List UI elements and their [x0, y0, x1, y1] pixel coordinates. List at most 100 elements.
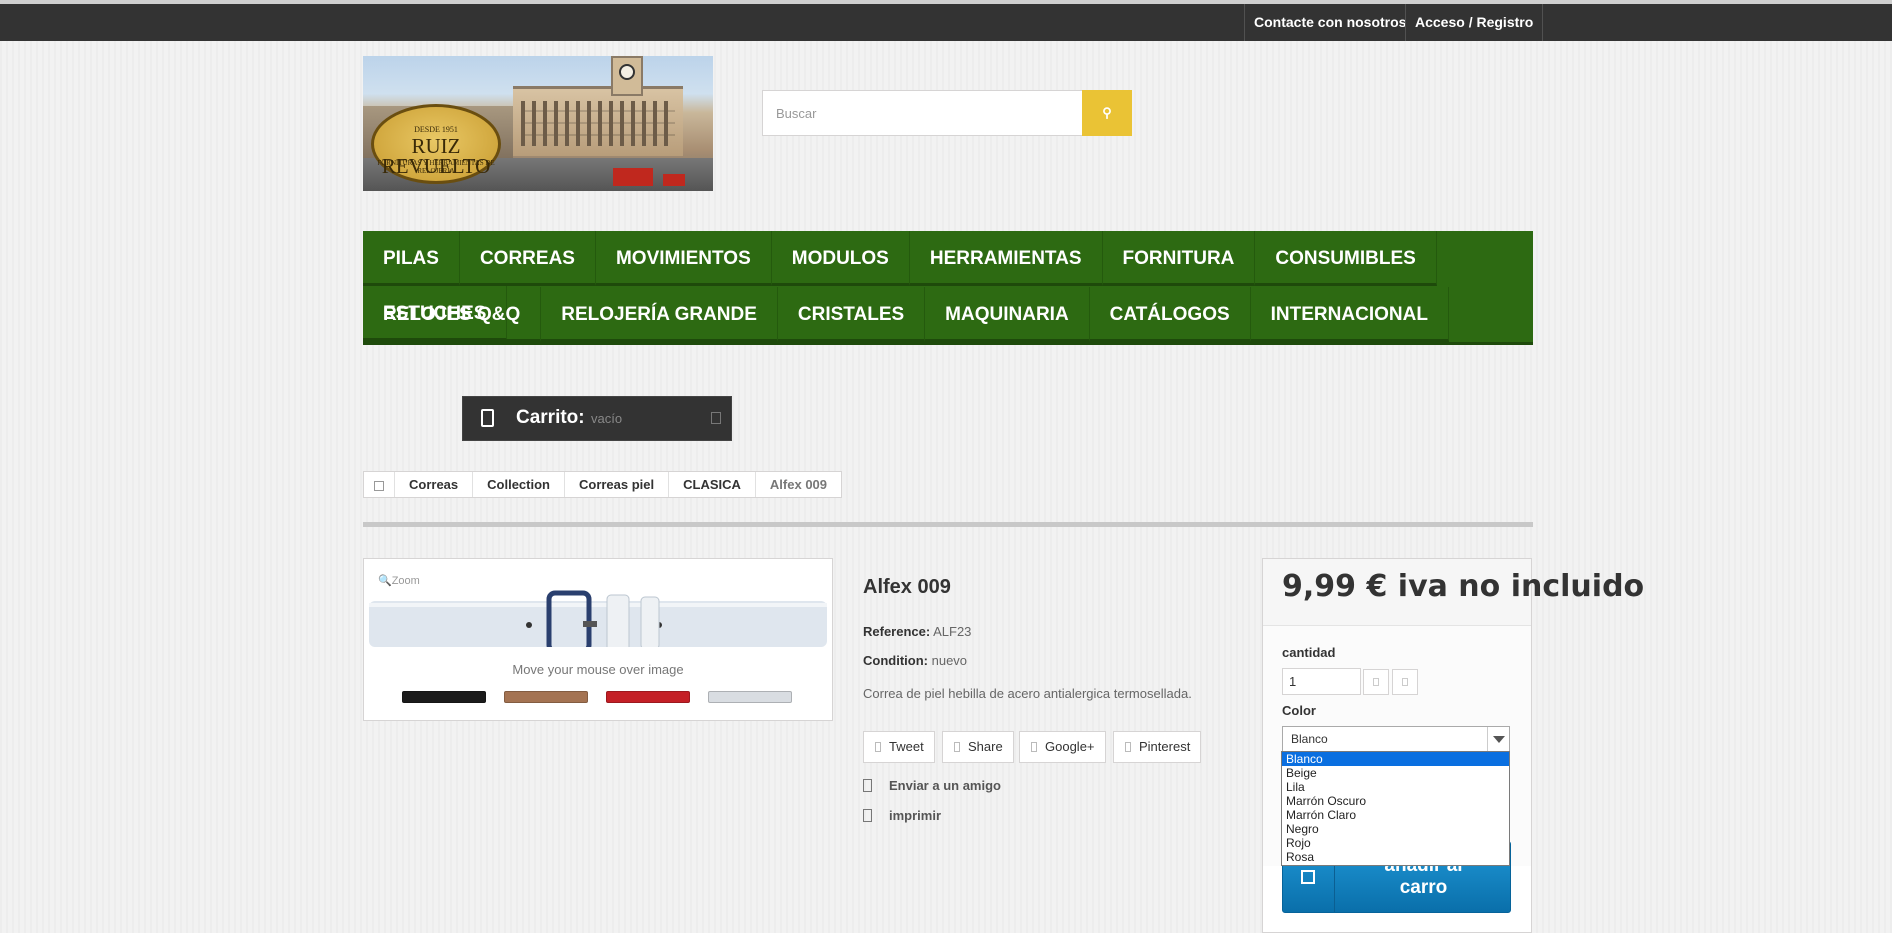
- print-icon: [863, 809, 872, 822]
- menu-item-herramientas[interactable]: HERRAMIENTAS: [909, 231, 1103, 286]
- login-link[interactable]: Acceso / Registro: [1405, 4, 1544, 41]
- color-option[interactable]: Blanco: [1282, 752, 1509, 766]
- logo-tagline: FORNITURAS Y HERRAMIENTAS DE RELOJERÍA: [377, 159, 495, 175]
- contact-link[interactable]: Contacte con nosotros: [1244, 4, 1415, 41]
- color-option[interactable]: Beige: [1282, 766, 1509, 780]
- color-option[interactable]: Marrón Claro: [1282, 808, 1509, 822]
- quantity-label: cantidad: [1282, 645, 1336, 660]
- send-to-friend-label: Enviar a un amigo: [889, 778, 1001, 793]
- color-option[interactable]: Marrón Oscuro: [1282, 794, 1509, 808]
- color-select[interactable]: Blanco: [1282, 726, 1510, 752]
- color-option[interactable]: Rojo: [1282, 836, 1509, 850]
- search-button[interactable]: ⚲: [1082, 90, 1132, 136]
- menu-item-catalogos[interactable]: CATÁLOGOS: [1089, 287, 1251, 342]
- menu-item-correas[interactable]: CORREAS: [459, 231, 596, 286]
- facebook-icon: [954, 742, 960, 752]
- tweet-button[interactable]: Tweet: [863, 731, 935, 763]
- menu-item-consumibles[interactable]: CONSUMIBLES: [1255, 231, 1437, 286]
- zoom-label: 🔍Zoom: [378, 575, 420, 587]
- product-image[interactable]: [369, 579, 827, 647]
- menu-row-1: PILAS CORREAS MOVIMIENTOS MODULOS HERRAM…: [363, 231, 1533, 341]
- menu-row-2: RELOJES Q&Q RELOJERÍA GRANDE CRISTALES M…: [363, 287, 1449, 342]
- product-thumbnail[interactable]: [504, 691, 588, 703]
- cart-icon: [1301, 870, 1315, 884]
- condition-value: nuevo: [931, 653, 968, 668]
- product-price: 9,99 € iva no incluido: [1282, 569, 1645, 604]
- color-selected-value: Blanco: [1291, 732, 1328, 746]
- logo-since: DESDE 1951: [414, 125, 458, 134]
- product-thumbnail[interactable]: [708, 691, 792, 703]
- pinterest-button[interactable]: Pinterest: [1113, 731, 1202, 763]
- breadcrumb: Correas Collection Correas piel CLASICA …: [363, 471, 843, 498]
- breadcrumb-item[interactable]: Correas: [395, 472, 474, 497]
- color-option[interactable]: Lila: [1282, 780, 1509, 794]
- menu-item-pilas[interactable]: PILAS: [363, 231, 460, 286]
- google-plus-label: Google+: [1045, 739, 1095, 754]
- main-menu: PILAS CORREAS MOVIMIENTOS MODULOS HERRAM…: [363, 231, 1533, 345]
- menu-item-modulos[interactable]: MODULOS: [771, 231, 910, 286]
- cart-label: Carrito:: [516, 407, 585, 428]
- minus-icon: [1373, 678, 1379, 686]
- home-icon: [374, 480, 384, 491]
- menu-item-maquinaria[interactable]: MAQUINARIA: [925, 287, 1090, 342]
- zoom-text: Zoom: [391, 575, 420, 587]
- share-label: Share: [968, 739, 1003, 754]
- buy-box: 9,99 € iva no incluido cantidad 1 Color …: [1262, 558, 1644, 933]
- color-option[interactable]: Negro: [1282, 822, 1509, 836]
- search-icon: ⚲: [1102, 105, 1112, 120]
- print-label: imprimir: [889, 808, 942, 823]
- logo-photo-clock: [619, 64, 635, 80]
- chevron-down-icon[interactable]: [1487, 727, 1509, 751]
- tweet-label: Tweet: [889, 739, 924, 754]
- breadcrumb-item[interactable]: Collection: [473, 472, 565, 497]
- print-link[interactable]: imprimir: [863, 808, 941, 823]
- logo-photo-windows: [521, 101, 675, 146]
- breadcrumb-item[interactable]: CLASICA: [669, 472, 756, 497]
- color-option[interactable]: Rosa: [1282, 850, 1509, 864]
- logo-photo-bus: [613, 168, 653, 186]
- add-to-cart-line2: carro: [1399, 877, 1448, 898]
- product-thumbnail[interactable]: [606, 691, 690, 703]
- search-box: ⚲: [762, 90, 1132, 136]
- top-bar: Contacte con nosotros Acceso / Registro: [0, 4, 1892, 41]
- cart-dropdown-icon: [711, 412, 721, 424]
- zoom-hint: Move your mouse over image: [512, 662, 684, 677]
- envelope-icon: [863, 779, 872, 792]
- breadcrumb-item[interactable]: Correas piel: [565, 472, 670, 497]
- site-logo[interactable]: DESDE 1951 RUIZ REVUELTO FORNITURAS Y HER…: [363, 56, 713, 191]
- logo-photo-bus-2: [663, 174, 685, 186]
- product-image-box[interactable]: 🔍Zoom Move your mouse over image: [363, 558, 833, 721]
- cart-status: vacío: [591, 411, 623, 426]
- menu-item-internacional[interactable]: INTERNACIONAL: [1250, 287, 1449, 342]
- menu-item-fornitura[interactable]: FORNITURA: [1102, 231, 1256, 286]
- cart-block[interactable]: Carrito: vacío: [462, 396, 732, 441]
- product-title: Alfex 009: [863, 576, 951, 598]
- plus-icon: [1402, 678, 1408, 686]
- color-dropdown-list: Blanco Beige Lila Marrón Oscuro Marrón Claro…: [1281, 751, 1510, 866]
- breadcrumb-home[interactable]: [364, 472, 395, 497]
- price-area: 9,99 € iva no incluido: [1263, 559, 1644, 626]
- product-condition: Condition: nuevo: [863, 653, 967, 668]
- quantity-input[interactable]: 1: [1282, 668, 1361, 695]
- quantity-increase-button[interactable]: [1392, 669, 1418, 695]
- color-label: Color: [1282, 703, 1316, 718]
- menu-item-cristales[interactable]: CRISTALES: [777, 287, 926, 342]
- twitter-icon: [875, 742, 881, 752]
- product-thumbnail[interactable]: [402, 691, 486, 703]
- product-reference: Reference: ALF23: [863, 624, 971, 639]
- share-button[interactable]: Share: [942, 731, 1014, 763]
- reference-label: Reference:: [863, 624, 931, 639]
- divider: [363, 522, 1533, 527]
- quantity-decrease-button[interactable]: [1363, 669, 1389, 695]
- condition-label: Condition:: [863, 653, 928, 668]
- pinterest-icon: [1125, 742, 1131, 752]
- search-input[interactable]: [763, 91, 1083, 135]
- send-to-friend-link[interactable]: Enviar a un amigo: [863, 778, 1001, 793]
- cart-icon: [481, 409, 494, 427]
- google-plus-button[interactable]: Google+: [1019, 731, 1106, 763]
- reference-value: ALF23: [933, 624, 972, 639]
- product-description: Correa de piel hebilla de acero antialer…: [863, 686, 1192, 701]
- menu-item-relojeria-grande[interactable]: RELOJERÍA GRANDE: [541, 287, 778, 342]
- menu-item-relojes-qq[interactable]: RELOJES Q&Q: [363, 287, 542, 342]
- menu-item-movimientos[interactable]: MOVIMIENTOS: [595, 231, 772, 286]
